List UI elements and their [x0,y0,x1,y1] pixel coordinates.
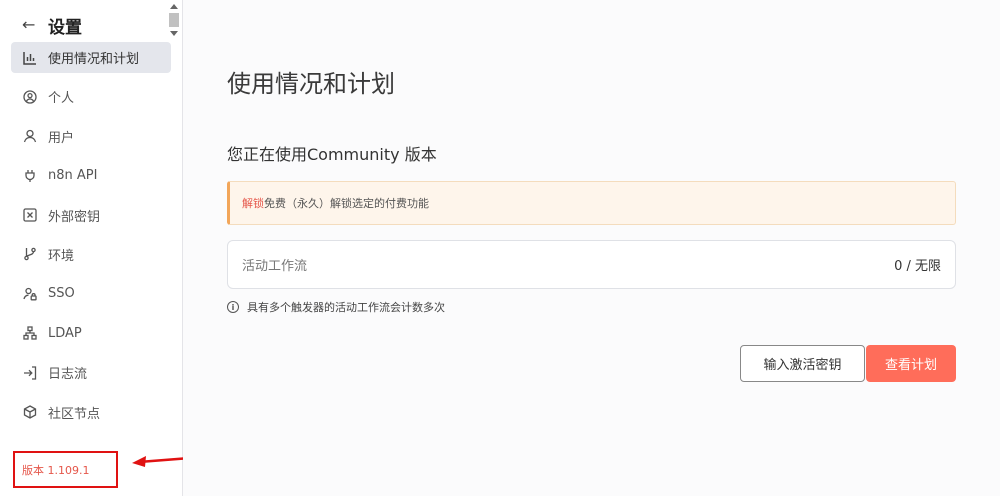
sign-in-icon [22,365,38,381]
user-lock-icon [22,286,38,302]
bar-chart-icon [22,50,38,66]
sidebar-header: ← 设置 [0,9,182,41]
usage-label: 活动工作流 [242,259,308,274]
user-icon [22,128,38,144]
sidebar-item-label: 日志流 [48,367,88,383]
sidebar-item-label: 环境 [48,248,75,264]
page-title: 使用情况和计划 [227,70,395,98]
sidebar-item-label: 外部密钥 [48,209,101,225]
vault-icon [22,207,38,223]
sidebar-item-personal[interactable]: 个人 [11,81,171,112]
sidebar-item-label: 用户 [48,130,75,146]
workflow-note: i 具有多个触发器的活动工作流会计数多次 [227,299,445,315]
scroll-down-icon[interactable] [170,31,178,36]
network-icon [22,325,38,341]
sidebar-item-label: 使用情况和计划 [48,52,140,67]
scroll-up-icon[interactable] [170,4,178,9]
settings-sidebar: ← 设置 使用情况和计划 个人 用户 n8n API 外部密钥 环境 SSO L… [0,0,183,496]
version-label[interactable]: 版本 1.109.1 [22,462,89,478]
main-content: 使用情况和计划 您正在使用Community 版本 解锁 免费（永久）解锁选定的… [183,0,1000,496]
active-workflows-card: 活动工作流 0 / 无限 [227,240,956,289]
cube-icon [22,404,38,420]
usage-value: 0 / 无限 [894,259,941,274]
sidebar-item-users[interactable]: 用户 [11,121,171,152]
git-branch-icon [22,246,38,262]
unlock-alert: 解锁 免费（永久）解锁选定的付费功能 [227,181,956,225]
note-text: 具有多个触发器的活动工作流会计数多次 [247,301,445,314]
info-icon: i [227,301,239,313]
scroll-thumb[interactable] [169,13,179,27]
settings-nav: 使用情况和计划 个人 用户 n8n API 外部密钥 环境 SSO LDAP 日… [0,42,182,428]
sidebar-item-label: LDAP [48,325,82,341]
app-window: ← 设置 使用情况和计划 个人 用户 n8n API 外部密钥 环境 SSO L… [0,0,1000,496]
view-plans-button[interactable]: 查看计划 [866,345,956,382]
sidebar-item-api[interactable]: n8n API [11,160,171,191]
sidebar-item-external-secrets[interactable]: 外部密钥 [11,200,171,231]
unlock-link[interactable]: 解锁 [242,195,264,211]
plug-icon [22,168,38,184]
sidebar-item-community-nodes[interactable]: 社区节点 [11,397,171,428]
sidebar-title: 设置 [48,17,82,38]
plan-subtitle: 您正在使用Community 版本 [227,145,437,164]
sidebar-item-environments[interactable]: 环境 [11,239,171,270]
sidebar-item-label: 社区节点 [48,406,101,422]
sidebar-item-usage[interactable]: 使用情况和计划 [11,42,171,73]
sidebar-item-log-streaming[interactable]: 日志流 [11,357,171,388]
user-circle-icon [22,89,38,105]
sidebar-scrollbar[interactable] [167,0,181,42]
back-arrow-icon[interactable]: ← [22,17,40,33]
enter-activation-key-button[interactable]: 输入激活密钥 [740,345,865,382]
alert-text: 免费（永久）解锁选定的付费功能 [264,197,429,210]
sidebar-item-label: SSO [48,286,75,302]
sidebar-item-ldap[interactable]: LDAP [11,318,171,349]
sidebar-item-sso[interactable]: SSO [11,278,171,309]
sidebar-item-label: n8n API [48,168,98,184]
sidebar-item-label: 个人 [48,91,75,107]
